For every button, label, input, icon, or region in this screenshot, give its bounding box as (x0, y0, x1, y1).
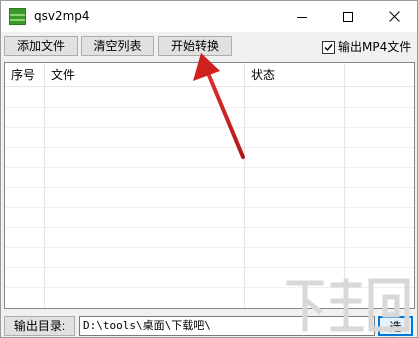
close-button[interactable] (371, 1, 417, 32)
app-icon (9, 8, 26, 25)
column-divider (44, 63, 45, 308)
output-mp4-checkbox-control[interactable]: 输出MP4文件 (322, 39, 411, 55)
column-header-status[interactable]: 状态 (245, 63, 345, 87)
title-bar[interactable]: qsv2mp4 (1, 1, 417, 32)
start-convert-button[interactable]: 开始转换 (158, 36, 232, 56)
output-mp4-checkbox[interactable] (322, 40, 335, 54)
select-dir-button[interactable]: 选择 (378, 316, 413, 337)
row-gridline (5, 247, 414, 248)
column-divider (344, 63, 345, 308)
row-gridline (5, 147, 414, 148)
checkmark-icon (324, 43, 333, 51)
row-gridline (5, 107, 414, 108)
row-gridline (5, 187, 414, 188)
window-title: qsv2mp4 (34, 9, 90, 23)
output-mp4-label: 输出MP4文件 (338, 40, 412, 54)
list-header: 序号 文件 状态 (5, 63, 414, 87)
column-header-file[interactable]: 文件 (45, 63, 245, 87)
minimize-button[interactable] (279, 1, 325, 32)
close-icon (388, 11, 400, 22)
row-gridline (5, 207, 414, 208)
output-dir-label-button[interactable]: 输出目录: (4, 316, 75, 336)
column-header-index[interactable]: 序号 (5, 63, 45, 87)
toolbar: 添加文件 清空列表 开始转换 输出MP4文件 (1, 32, 417, 60)
row-gridline (5, 167, 414, 168)
row-gridline (5, 267, 414, 268)
column-divider (244, 63, 245, 308)
minimize-icon (297, 16, 307, 18)
maximize-icon (343, 11, 353, 22)
row-gridline (5, 127, 414, 128)
app-window: qsv2mp4 添加文件 清空列表 开始转换 输出MP4文件 序号 文件 状态 … (0, 0, 418, 338)
add-file-button[interactable]: 添加文件 (4, 36, 78, 56)
clear-list-button[interactable]: 清空列表 (81, 36, 154, 56)
output-dir-field[interactable]: D:\tools\桌面\下载吧\ (79, 316, 375, 336)
row-gridline (5, 227, 414, 228)
file-list[interactable]: 序号 文件 状态 (4, 62, 415, 309)
maximize-button[interactable] (325, 1, 371, 32)
row-gridline (5, 287, 414, 288)
